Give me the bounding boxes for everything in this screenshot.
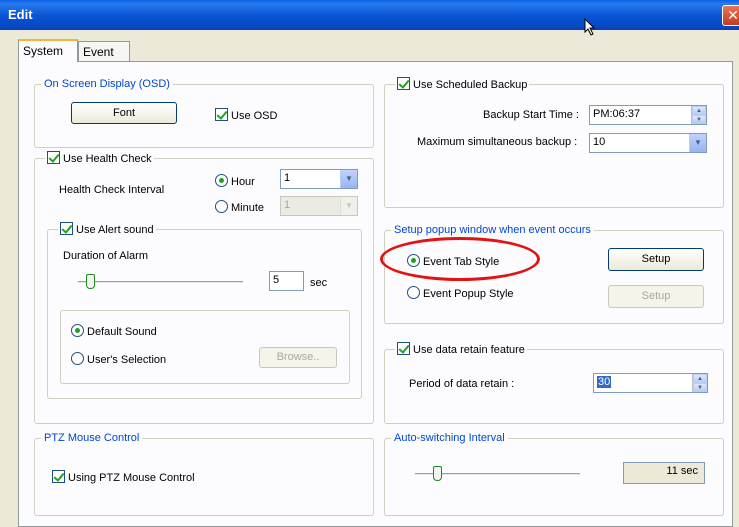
duration-slider-track[interactable] <box>78 281 243 284</box>
hour-radio-icon <box>215 174 228 187</box>
ptz-checkbox-label: Using PTZ Mouse Control <box>68 472 195 484</box>
retain-period-label: Period of data retain : <box>409 378 515 390</box>
hour-select[interactable]: 1 ▼ <box>280 169 358 189</box>
health-interval-label: Health Check Interval <box>59 184 165 196</box>
backup-start-time-label: Backup Start Time : <box>483 109 579 121</box>
use-health-check-checkbox[interactable]: Use Health Check <box>45 151 154 165</box>
backup-start-time-input[interactable]: PM:06:37 ▲ ▼ <box>589 105 707 125</box>
tab-event[interactable]: Event <box>78 41 130 62</box>
duration-value: 5 <box>273 274 280 286</box>
use-osd-check-icon <box>215 108 228 121</box>
data-retain-label: Use data retain feature <box>413 344 525 356</box>
browse-button[interactable]: Browse.. <box>259 347 337 368</box>
chevron-down-icon: ▼ <box>340 170 357 188</box>
health-check-group: Use Health Check Health Check Interval H… <box>34 151 374 424</box>
setup-button-label: Setup <box>641 253 671 265</box>
ptz-check-icon <box>52 470 65 483</box>
user-selection-radio-icon <box>71 352 84 365</box>
browse-button-label: Browse.. <box>276 351 320 363</box>
spinner-icon[interactable]: ▲ ▼ <box>691 106 706 124</box>
retain-period-input[interactable]: 30 ▲ ▼ <box>593 373 708 393</box>
setup-button-disabled[interactable]: Setup <box>608 285 704 308</box>
osd-group-label: On Screen Display (OSD) <box>41 78 173 90</box>
osd-group: On Screen Display (OSD) Font Use OSD <box>34 78 374 148</box>
duration-unit: sec <box>310 277 328 289</box>
use-osd-checkbox[interactable]: Use OSD <box>215 108 277 122</box>
hour-label: Hour <box>231 176 255 188</box>
mouse-cursor-icon <box>584 18 596 36</box>
hour-radio[interactable]: Hour <box>215 174 255 188</box>
alert-sound-group: Use Alert sound Duration of Alarm 5 sec … <box>47 222 362 399</box>
use-scheduled-backup-checkbox[interactable]: Use Scheduled Backup <box>395 77 530 91</box>
tab-system-label: System <box>23 44 64 58</box>
popup-setup-group-label: Setup popup window when event occurs <box>391 224 594 236</box>
auto-switch-value: 11 sec <box>666 465 698 477</box>
ptz-group: PTZ Mouse Control Using PTZ Mouse Contro… <box>34 432 374 516</box>
popup-setup-group: Setup popup window when event occurs Eve… <box>380 224 724 324</box>
minute-radio-icon <box>215 200 228 213</box>
chevron-down-icon: ▼ <box>340 197 357 215</box>
default-sound-radio-icon <box>71 324 84 337</box>
max-backup-select[interactable]: 10 ▼ <box>589 133 707 153</box>
hour-select-value: 1 <box>284 172 291 184</box>
window-title: Edit <box>8 7 33 22</box>
alert-sound-check-icon <box>60 222 73 235</box>
default-sound-label: Default Sound <box>87 326 157 338</box>
duration-slider-handle[interactable] <box>86 274 95 289</box>
default-sound-radio[interactable]: Default Sound <box>71 324 157 338</box>
minute-label: Minute <box>231 202 265 214</box>
event-popup-style-radio[interactable]: Event Popup Style <box>407 286 514 300</box>
spinner-icon[interactable]: ▲ ▼ <box>692 374 707 392</box>
tab-event-label: Event <box>83 45 114 59</box>
minute-radio[interactable]: Minute <box>215 200 264 214</box>
user-selection-label: User's Selection <box>87 354 167 366</box>
tab-system[interactable]: System <box>18 39 78 62</box>
minute-select[interactable]: 1 ▼ <box>280 196 358 216</box>
edit-dialog: Edit ✕ System Event On Screen Display (O… <box>0 0 739 527</box>
user-selection-radio[interactable]: User's Selection <box>71 352 166 366</box>
duration-input[interactable]: 5 <box>269 271 304 291</box>
highlight-circle <box>380 237 540 281</box>
scheduled-backup-group: Use Scheduled Backup Backup Start Time :… <box>384 77 724 208</box>
font-button[interactable]: Font <box>71 102 177 124</box>
alert-sound-label: Use Alert sound <box>76 224 154 236</box>
setup-button-disabled-label: Setup <box>641 290 671 302</box>
minute-select-value: 1 <box>284 199 291 211</box>
setup-button[interactable]: Setup <box>608 248 704 271</box>
retain-period-value: 30 <box>597 376 612 388</box>
ptz-group-label: PTZ Mouse Control <box>41 432 143 444</box>
font-button-label: Font <box>112 107 135 119</box>
max-backup-label: Maximum simultaneous backup : <box>417 136 578 148</box>
auto-switch-slider-handle[interactable] <box>433 466 442 481</box>
event-popup-style-radio-icon <box>407 286 420 299</box>
health-check-label: Use Health Check <box>63 153 152 165</box>
scheduled-backup-label: Use Scheduled Backup <box>413 79 528 91</box>
event-popup-style-label: Event Popup Style <box>423 288 514 300</box>
duration-label: Duration of Alarm <box>63 250 148 262</box>
scheduled-backup-check-icon <box>397 77 410 90</box>
max-backup-value: 10 <box>593 136 606 148</box>
sound-source-group: Default Sound User's Selection Browse.. <box>60 310 350 384</box>
use-alert-sound-checkbox[interactable]: Use Alert sound <box>58 222 156 236</box>
use-osd-label: Use OSD <box>231 110 278 122</box>
use-data-retain-checkbox[interactable]: Use data retain feature <box>395 342 527 356</box>
title-bar[interactable]: Edit ✕ <box>0 0 739 30</box>
close-icon: ✕ <box>727 7 739 23</box>
auto-switching-group-label: Auto-switching Interval <box>391 432 508 444</box>
backup-start-time-value: PM:06:37 <box>593 108 641 120</box>
ptz-mouse-checkbox[interactable]: Using PTZ Mouse Control <box>52 470 195 484</box>
auto-switching-group: Auto-switching Interval 11 sec <box>384 432 724 516</box>
data-retain-check-icon <box>397 342 410 355</box>
chevron-down-icon: ▼ <box>689 134 706 152</box>
data-retain-group: Use data retain feature Period of data r… <box>384 342 724 424</box>
system-tab-panel: On Screen Display (OSD) Font Use OSD Use… <box>18 61 733 527</box>
close-button[interactable]: ✕ <box>722 5 739 26</box>
auto-switch-value-display: 11 sec <box>623 462 705 484</box>
health-check-check-icon <box>47 151 60 164</box>
